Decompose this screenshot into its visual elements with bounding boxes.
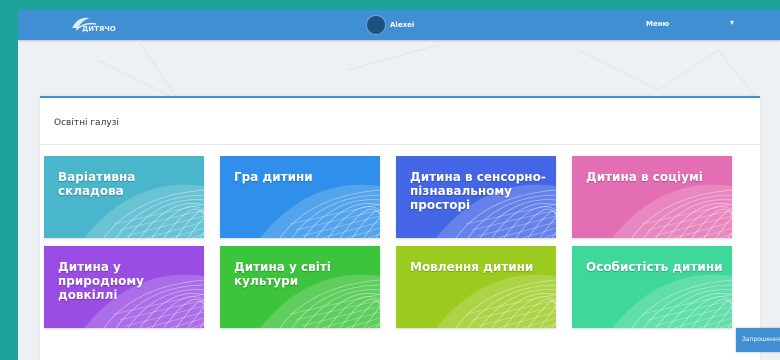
top-navigation-bar: ДИТЯЧО Alexei Меню ▾ [18, 10, 780, 40]
tile-label: Дитина в соціумі [586, 170, 703, 184]
tile-variative-component[interactable]: Варіативна складова [44, 156, 204, 238]
avatar[interactable] [366, 15, 386, 35]
tile-child-personality[interactable]: Особистість дитини [572, 246, 732, 328]
chevron-down-icon[interactable]: ▾ [730, 18, 734, 27]
tile-sensory-cognitive-space[interactable]: Дитина в сенсорно-пізнавальному просторі [396, 156, 556, 238]
app-window: ДИТЯЧО Alexei Меню ▾ Освітні галузі Варі… [18, 10, 780, 360]
tile-pattern [612, 274, 732, 328]
menu-button[interactable]: Меню [646, 20, 669, 28]
user-profile[interactable]: Alexei [366, 15, 415, 35]
education-areas-panel: Освітні галузі Варіативна складова Гра д… [40, 96, 760, 360]
tile-child-play[interactable]: Гра дитини [220, 156, 380, 238]
tile-label: Варіативна складова [58, 170, 136, 198]
invite-button[interactable]: Запрошення [736, 328, 780, 352]
user-name: Alexei [390, 21, 415, 29]
panel-title: Освітні галузі [54, 118, 119, 128]
tile-child-speech[interactable]: Мовлення дитини [396, 246, 556, 328]
tile-child-in-culture[interactable]: Дитина у світі культури [220, 246, 380, 328]
tile-child-in-nature[interactable]: Дитина у природному довкіллі [44, 246, 204, 328]
tile-label: Особистість дитини [586, 260, 723, 274]
tile-pattern [260, 184, 380, 238]
tile-label: Мовлення дитини [410, 260, 534, 274]
tile-pattern [612, 184, 732, 238]
logo-text: ДИТЯЧО [82, 25, 116, 33]
tile-pattern [436, 274, 556, 328]
tile-label: Гра дитини [234, 170, 313, 184]
tile-label: Дитина у світі культури [234, 260, 331, 288]
divider [40, 144, 760, 145]
logo[interactable]: ДИТЯЧО [68, 14, 116, 36]
tile-label: Дитина у природному довкіллі [58, 260, 144, 302]
tile-label: Дитина в сенсорно-пізнавальному просторі [410, 170, 546, 212]
tile-child-in-society[interactable]: Дитина в соціумі [572, 156, 732, 238]
